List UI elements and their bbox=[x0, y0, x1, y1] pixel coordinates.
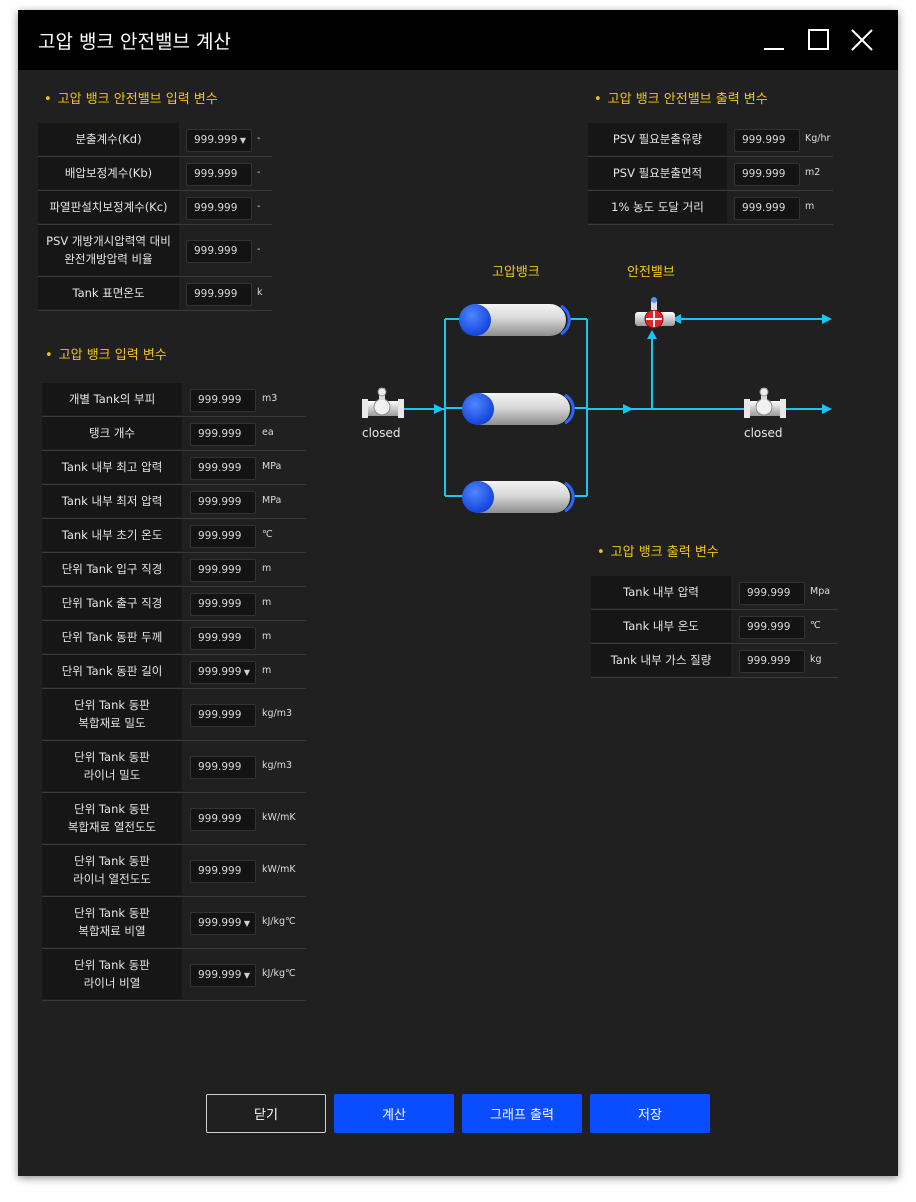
param-unit: m bbox=[262, 563, 272, 574]
safety-valve-label: 안전밸브 bbox=[627, 265, 675, 280]
param-label: 단위 Tank 입구 직경 bbox=[42, 553, 182, 585]
outlet-valve-icon[interactable] bbox=[744, 387, 786, 418]
bank-output-table: Tank 내부 압력 999.999 Mpa Tank 내부 온도 999.999 ℃ Ta… bbox=[591, 576, 838, 678]
param-value: 999.999 bbox=[198, 564, 242, 576]
chevron-down-icon: ▼ bbox=[243, 971, 250, 980]
param-input[interactable]: 999.999 bbox=[190, 808, 256, 831]
bank-output-title-text: 고압 뱅크 출력 변수 bbox=[610, 545, 719, 560]
param-row: 단위 Tank 동판 두께 999.999 m bbox=[42, 621, 306, 655]
param-label: 단위 Tank 동판 라이너 비열 bbox=[42, 949, 182, 999]
param-unit: kW/mK bbox=[262, 812, 296, 823]
param-unit: kJ/kg℃ bbox=[262, 968, 296, 979]
param-row: 단위 Tank 동판 길이 999.999 ▼ m bbox=[42, 655, 306, 689]
param-label: 단위 Tank 동판 길이 bbox=[42, 655, 182, 687]
param-row: Tank 내부 압력 999.999 Mpa bbox=[591, 576, 838, 610]
param-value: 999.999 bbox=[198, 917, 242, 929]
param-value: 999.999 bbox=[198, 666, 242, 678]
param-row: Tank 내부 가스 질량 999.999 kg bbox=[591, 644, 838, 678]
param-unit: kg/m3 bbox=[262, 760, 293, 771]
param-input[interactable]: 999.999 bbox=[739, 582, 805, 605]
param-row: Tank 내부 온도 999.999 ℃ bbox=[591, 610, 838, 644]
param-unit: kW/mK bbox=[262, 864, 296, 875]
param-label: Tank 내부 가스 질량 bbox=[591, 644, 731, 676]
param-unit: kg bbox=[810, 654, 822, 665]
param-input[interactable]: 999.999 bbox=[190, 593, 256, 616]
param-input[interactable]: 999.999 bbox=[190, 704, 256, 727]
calculate-button[interactable]: 계산 bbox=[334, 1094, 454, 1133]
save-button[interactable]: 저장 bbox=[590, 1094, 710, 1133]
param-label: 단위 Tank 동판 라이너 열전도도 bbox=[42, 845, 182, 895]
param-row: 단위 Tank 동판 복합재료 밀도 999.999 kg/m3 bbox=[42, 689, 306, 741]
param-row: 단위 Tank 입구 직경 999.999 m bbox=[42, 553, 306, 587]
param-unit: ℃ bbox=[810, 620, 821, 631]
param-input[interactable]: 999.999 bbox=[739, 650, 805, 673]
storage-tank-2 bbox=[462, 393, 575, 425]
flow-arrow-icon bbox=[434, 404, 444, 414]
param-input[interactable]: 999.999 bbox=[739, 616, 805, 639]
param-row: 단위 Tank 출구 직경 999.999 m bbox=[42, 587, 306, 621]
param-value: 999.999 bbox=[198, 813, 242, 825]
param-label: 단위 Tank 동판 두께 bbox=[42, 621, 182, 653]
flow-arrow-icon bbox=[647, 330, 657, 339]
param-value: 999.999 bbox=[198, 761, 242, 773]
flow-arrow-icon bbox=[623, 404, 633, 414]
inlet-valve-icon[interactable] bbox=[362, 387, 404, 418]
param-value: 999.999 bbox=[198, 530, 242, 542]
param-input[interactable]: 999.999 bbox=[190, 756, 256, 779]
param-row: 단위 Tank 동판 복합재료 비열 999.999 ▼ kJ/kg℃ bbox=[42, 897, 306, 949]
param-label: 단위 Tank 동판 복합재료 밀도 bbox=[42, 689, 182, 739]
param-label: Tank 내부 온도 bbox=[591, 610, 731, 642]
flow-arrow-icon bbox=[822, 314, 832, 324]
param-value: 999.999 bbox=[747, 621, 791, 633]
param-input[interactable]: 999.999 bbox=[190, 559, 256, 582]
param-input[interactable]: 999.999 bbox=[190, 860, 256, 883]
param-unit: Mpa bbox=[810, 586, 831, 597]
param-value: 999.999 bbox=[198, 865, 242, 877]
param-label: 단위 Tank 동판 복합재료 열전도도 bbox=[42, 793, 182, 843]
process-diagram bbox=[362, 297, 832, 513]
close-button[interactable]: 닫기 bbox=[206, 1094, 326, 1133]
param-value: 999.999 bbox=[198, 632, 242, 644]
param-value: 999.999 bbox=[747, 655, 791, 667]
param-label: Tank 내부 압력 bbox=[591, 576, 731, 608]
param-label: 단위 Tank 동판 복합재료 비열 bbox=[42, 897, 182, 947]
param-row: 단위 Tank 동판 라이너 열전도도 999.999 kW/mK bbox=[42, 845, 306, 897]
inlet-valve-status: closed bbox=[362, 426, 401, 440]
storage-tank-3 bbox=[462, 481, 575, 513]
calculator-window: 고압 뱅크 안전밸브 계산 • 고압 뱅크 안전밸브 입력 변수 • 고압 뱅크 안… bbox=[18, 10, 898, 1176]
param-select[interactable]: 999.999 ▼ bbox=[190, 661, 256, 684]
outlet-valve-status: closed bbox=[744, 426, 783, 440]
param-value: 999.999 bbox=[198, 969, 242, 981]
bank-label: 고압뱅크 bbox=[492, 265, 540, 280]
param-input[interactable]: 999.999 bbox=[190, 627, 256, 650]
param-row: 단위 Tank 동판 라이너 밀도 999.999 kg/m3 bbox=[42, 741, 306, 793]
storage-tank-1 bbox=[459, 304, 571, 336]
chevron-down-icon: ▼ bbox=[243, 919, 250, 928]
graph-output-button[interactable]: 그래프 출력 bbox=[462, 1094, 582, 1133]
param-unit: m bbox=[262, 665, 272, 676]
flow-arrow-icon bbox=[822, 404, 832, 414]
safety-valve-icon[interactable] bbox=[635, 297, 675, 329]
param-unit: ℃ bbox=[262, 529, 273, 540]
param-value: 999.999 bbox=[198, 709, 242, 721]
param-unit: m bbox=[262, 597, 272, 608]
param-unit: kg/m3 bbox=[262, 708, 293, 719]
param-row: 단위 Tank 동판 라이너 비열 999.999 ▼ kJ/kg℃ bbox=[42, 949, 306, 1001]
param-select[interactable]: 999.999 ▼ bbox=[190, 912, 256, 935]
param-unit: m bbox=[262, 631, 272, 642]
param-label: 단위 Tank 출구 직경 bbox=[42, 587, 182, 619]
param-select[interactable]: 999.999 ▼ bbox=[190, 964, 256, 987]
param-value: 999.999 bbox=[747, 587, 791, 599]
param-row: 단위 Tank 동판 복합재료 열전도도 999.999 kW/mK bbox=[42, 793, 306, 845]
param-label: 단위 Tank 동판 라이너 밀도 bbox=[42, 741, 182, 791]
bank-output-title: • 고압 뱅크 출력 변수 bbox=[597, 545, 719, 560]
param-unit: kJ/kg℃ bbox=[262, 916, 296, 927]
param-value: 999.999 bbox=[198, 598, 242, 610]
chevron-down-icon: ▼ bbox=[243, 668, 250, 677]
